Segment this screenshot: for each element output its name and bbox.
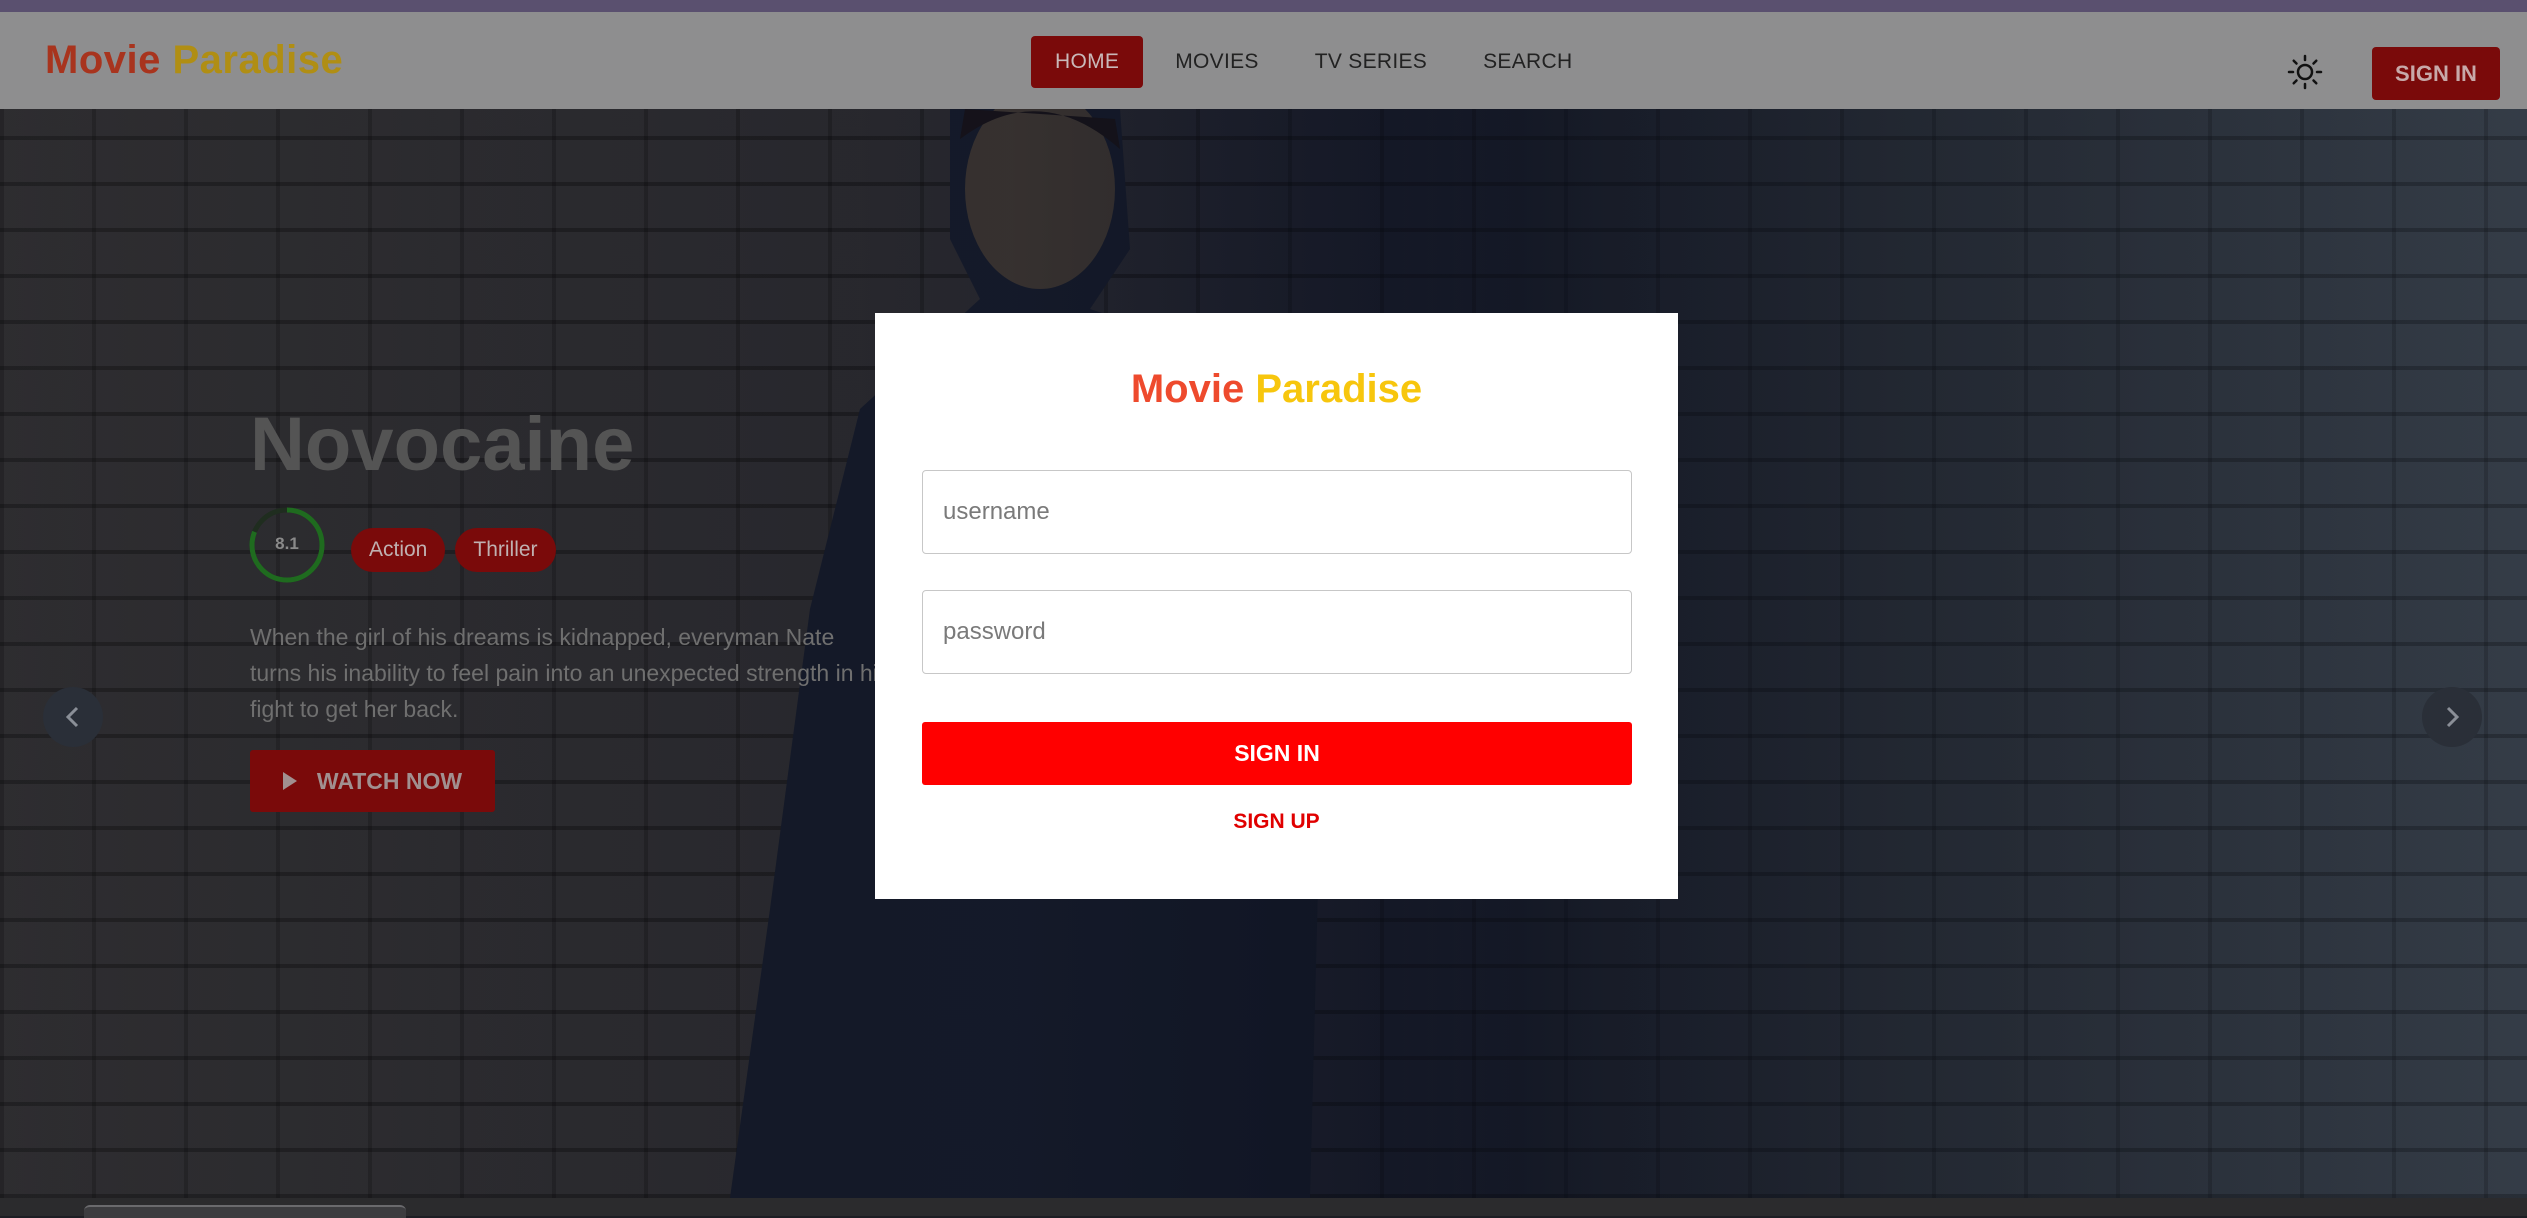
chevron-left-icon[interactable] bbox=[43, 687, 103, 747]
hero-title: Novocaine bbox=[250, 402, 635, 487]
chevron-right-icon[interactable] bbox=[2422, 687, 2482, 747]
rating-value: 8.1 bbox=[275, 534, 299, 553]
logo-word-movie: Movie bbox=[45, 38, 161, 82]
modal-logo-word-movie: Movie bbox=[1130, 367, 1245, 411]
password-input[interactable] bbox=[922, 590, 1632, 674]
nav-tv-series[interactable]: TV SERIES bbox=[1291, 36, 1451, 88]
nav-search[interactable]: SEARCH bbox=[1459, 36, 1596, 88]
site-logo[interactable]: Movie Paradise bbox=[45, 38, 343, 83]
browser-top-strip bbox=[0, 0, 2527, 12]
username-input[interactable] bbox=[922, 470, 1632, 554]
signup-link[interactable]: SIGN UP bbox=[875, 810, 1678, 834]
genre-list: Action Thriller bbox=[351, 528, 566, 572]
play-icon bbox=[282, 772, 297, 790]
modal-logo-word-paradise: Paradise bbox=[1255, 367, 1423, 411]
nav-signin-button[interactable]: SIGN IN bbox=[2372, 47, 2500, 100]
watch-now-button[interactable]: WATCH NOW bbox=[250, 750, 495, 812]
logo-word-paradise: Paradise bbox=[172, 38, 344, 82]
signin-modal: Movie Paradise SIGN IN SIGN UP bbox=[875, 313, 1678, 899]
hero-overview: When the girl of his dreams is kidnapped… bbox=[250, 624, 890, 722]
bottom-tab[interactable] bbox=[84, 1205, 406, 1218]
watch-now-label: WATCH NOW bbox=[316, 767, 463, 794]
nav-movies[interactable]: MOVIES bbox=[1151, 36, 1282, 88]
genre-chip[interactable]: Action bbox=[351, 528, 446, 572]
top-navbar: Movie Paradise HOME MOVIES TV SERIES SEA… bbox=[0, 12, 2527, 109]
genre-chip[interactable]: Thriller bbox=[455, 528, 556, 572]
modal-logo: Movie Paradise bbox=[875, 367, 1678, 412]
nav-home[interactable]: HOME bbox=[1031, 36, 1144, 88]
main-nav: HOME MOVIES TV SERIES SEARCH bbox=[1031, 36, 1604, 88]
signin-button[interactable]: SIGN IN bbox=[922, 722, 1632, 785]
sun-icon[interactable] bbox=[2287, 54, 2323, 90]
